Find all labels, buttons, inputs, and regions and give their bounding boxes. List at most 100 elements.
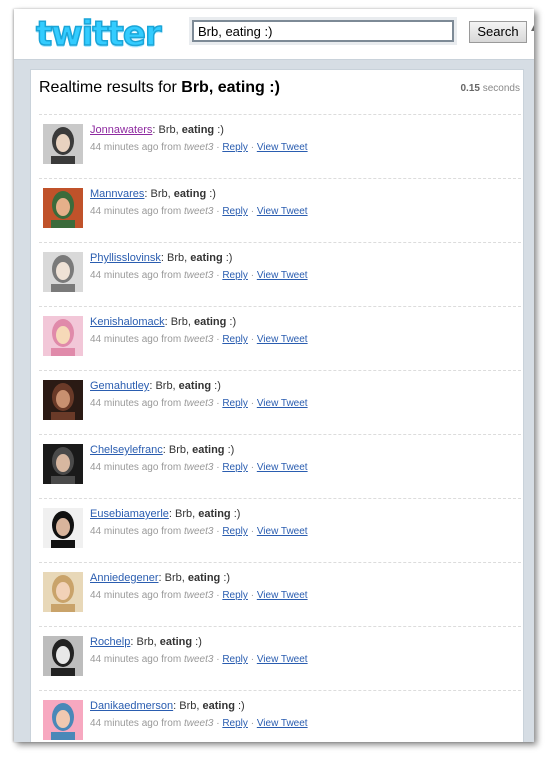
- view-tweet-link[interactable]: View Tweet: [257, 526, 308, 537]
- tweet-text-before: Brb,: [170, 316, 194, 328]
- tweet-meta: 44 minutes ago from tweet3 · Reply · Vie…: [90, 334, 308, 345]
- tweet-text: Danikaedmerson: Brb, eating :): [90, 700, 245, 712]
- tweet-text: Chelseylefranc: Brb, eating :): [90, 444, 234, 456]
- tweet-row: Gemahutley: Brb, eating :) 44 minutes ago…: [39, 370, 521, 435]
- user-avatar[interactable]: [43, 508, 83, 548]
- tweet-text-before: Brb,: [168, 444, 193, 456]
- tweet-text: Phyllisslovinsk: Brb, eating :): [90, 252, 232, 264]
- search-input[interactable]: [192, 20, 454, 42]
- tweet-meta: 44 minutes ago from tweet3 · Reply · Vie…: [90, 142, 308, 153]
- tweet-row: Kenishalomack: Brb, eating :) 44 minutes …: [39, 306, 521, 371]
- tweet-row: Mannvares: Brb, eating :) 44 minutes ago …: [39, 178, 521, 243]
- reply-link[interactable]: Reply: [222, 398, 248, 409]
- tweet-row: Anniedegener: Brb, eating :) 44 minutes a…: [39, 562, 521, 627]
- meta-separator: ·: [250, 398, 255, 409]
- tweet-time: 44 minutes ago from: [90, 270, 182, 281]
- username-link[interactable]: Mannvares: [90, 188, 144, 200]
- username-link[interactable]: Eusebiamayerle: [90, 508, 169, 520]
- meta-separator: ·: [250, 334, 255, 345]
- tweet-source: tweet3: [183, 398, 214, 409]
- reply-link[interactable]: Reply: [222, 206, 248, 217]
- results-title: Realtime results for Brb, eating :): [39, 79, 280, 97]
- tweet-source: tweet3: [183, 526, 214, 537]
- meta-separator: ·: [250, 142, 255, 153]
- tweet-text-after: :): [206, 188, 216, 200]
- tweet-source: tweet3: [183, 142, 214, 153]
- view-tweet-link[interactable]: View Tweet: [257, 590, 308, 601]
- user-avatar[interactable]: [43, 636, 83, 676]
- view-tweet-link[interactable]: View Tweet: [257, 206, 308, 217]
- search-button[interactable]: Search: [469, 21, 527, 43]
- username-link[interactable]: Gemahutley: [90, 380, 149, 392]
- timing-unit: seconds: [479, 83, 520, 94]
- view-tweet-link[interactable]: View Tweet: [257, 270, 308, 281]
- user-avatar[interactable]: [43, 700, 83, 740]
- results-title-prefix: Realtime results for: [39, 79, 182, 96]
- reply-link[interactable]: Reply: [222, 654, 248, 665]
- tweet-time: 44 minutes ago from: [90, 590, 182, 601]
- user-avatar[interactable]: [43, 188, 83, 228]
- tweet-time: 44 minutes ago from: [90, 526, 182, 537]
- user-avatar[interactable]: [43, 252, 83, 292]
- meta-separator: ·: [216, 398, 220, 409]
- view-tweet-link[interactable]: View Tweet: [257, 334, 308, 345]
- tweet-source: tweet3: [183, 590, 214, 601]
- reply-link[interactable]: Reply: [222, 462, 248, 473]
- tweet-meta: 44 minutes ago from tweet3 · Reply · Vie…: [90, 398, 308, 409]
- tweet-text: Gemahutley: Brb, eating :): [90, 380, 221, 392]
- user-avatar[interactable]: [43, 444, 83, 484]
- tweet-text: Rochelp: Brb, eating :): [90, 636, 202, 648]
- meta-separator: ·: [216, 718, 220, 729]
- view-tweet-link[interactable]: View Tweet: [257, 654, 308, 665]
- meta-separator: ·: [250, 718, 255, 729]
- tweet-text: Kenishalomack: Brb, eating :): [90, 316, 236, 328]
- view-tweet-link[interactable]: View Tweet: [257, 398, 308, 409]
- username-link[interactable]: Jonnawaters: [90, 124, 152, 136]
- tweet-text: Mannvares: Brb, eating :): [90, 188, 216, 200]
- tweet-text-after: :): [214, 124, 224, 136]
- username-link[interactable]: Phyllisslovinsk: [90, 252, 161, 264]
- reply-link[interactable]: Reply: [222, 270, 248, 281]
- view-tweet-link[interactable]: View Tweet: [257, 462, 308, 473]
- user-avatar[interactable]: [43, 572, 83, 612]
- tweet-highlight: eating: [187, 572, 221, 584]
- username-link[interactable]: Anniedegener: [90, 572, 159, 584]
- twitter-logo[interactable]: twitter: [35, 13, 162, 55]
- scroll-arrow-icon[interactable]: ▲: [529, 23, 534, 34]
- username-link[interactable]: Danikaedmerson: [90, 700, 173, 712]
- username-link[interactable]: Kenishalomack: [90, 316, 165, 328]
- user-avatar[interactable]: [43, 380, 83, 420]
- tweet-time: 44 minutes ago from: [90, 334, 182, 345]
- view-tweet-link[interactable]: View Tweet: [257, 718, 308, 729]
- user-avatar[interactable]: [43, 316, 83, 356]
- browser-frame: twitter Search ▲ Realtime results for Br…: [14, 9, 534, 742]
- user-avatar[interactable]: [43, 124, 83, 164]
- view-tweet-link[interactable]: View Tweet: [257, 142, 308, 153]
- reply-link[interactable]: Reply: [222, 334, 248, 345]
- tweet-row: Phyllisslovinsk: Brb, eating :) 44 minute…: [39, 242, 521, 307]
- meta-separator: ·: [250, 462, 255, 473]
- tweet-highlight: eating: [202, 700, 235, 712]
- reply-link[interactable]: Reply: [222, 142, 248, 153]
- username-link[interactable]: Chelseylefranc: [90, 444, 163, 456]
- tweet-text: Anniedegener: Brb, eating :): [90, 572, 230, 584]
- results-panel: Realtime results for Brb, eating :) 0.15…: [30, 69, 524, 742]
- reply-link[interactable]: Reply: [222, 718, 248, 729]
- tweet-meta: 44 minutes ago from tweet3 · Reply · Vie…: [90, 654, 308, 665]
- reply-link[interactable]: Reply: [222, 526, 248, 537]
- username-link[interactable]: Rochelp: [90, 636, 130, 648]
- tweet-meta: 44 minutes ago from tweet3 · Reply · Vie…: [90, 270, 308, 281]
- tweet-meta: 44 minutes ago from tweet3 · Reply · Vie…: [90, 718, 308, 729]
- tweet-text-after: :): [211, 380, 221, 392]
- tweet-text-after: :): [226, 316, 237, 328]
- tweet-text-after: :): [192, 636, 202, 648]
- tweet-highlight: eating: [198, 508, 231, 520]
- tweet-row: Chelseylefranc: Brb, eating :) 44 minutes…: [39, 434, 521, 499]
- tweet-highlight: eating: [181, 124, 215, 136]
- tweet-time: 44 minutes ago from: [90, 654, 182, 665]
- reply-link[interactable]: Reply: [222, 590, 248, 601]
- tweet-source: tweet3: [183, 206, 214, 217]
- meta-separator: ·: [216, 590, 220, 601]
- meta-separator: ·: [216, 334, 220, 345]
- tweet-text-after: :): [222, 252, 233, 264]
